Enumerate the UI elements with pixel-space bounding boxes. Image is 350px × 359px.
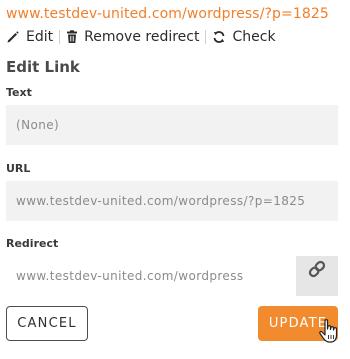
text-field-label: Text — [6, 86, 32, 99]
check-action[interactable]: Check — [212, 29, 276, 45]
edit-link-panel: www.testdev-united.com/wordpress/?p=1825… — [0, 0, 350, 359]
redirect-field-group: www.testdev-united.com/wordpress — [6, 256, 338, 296]
remove-redirect-action[interactable]: Remove redirect — [66, 29, 199, 45]
hand-pointer-icon — [318, 318, 342, 344]
edit-action[interactable]: Edit — [6, 29, 53, 45]
cancel-button[interactable]: CANCEL — [6, 306, 88, 341]
redirect-link-button[interactable] — [296, 256, 338, 296]
pencil-icon — [6, 30, 20, 44]
url-field-label: URL — [6, 162, 31, 175]
trash-icon — [66, 30, 78, 44]
remove-redirect-label: Remove redirect — [84, 29, 200, 45]
redirect-input[interactable]: www.testdev-united.com/wordpress — [6, 256, 296, 296]
link-actions-bar: Edit Remove redirect Check — [6, 28, 276, 46]
redirect-field-label: Redirect — [6, 237, 59, 250]
refresh-icon — [212, 30, 226, 44]
link-icon — [306, 258, 328, 284]
url-input[interactable]: www.testdev-united.com/wordpress/?p=1825 — [6, 181, 338, 221]
current-link-url[interactable]: www.testdev-united.com/wordpress/?p=1825 — [6, 6, 329, 22]
edit-action-label: Edit — [26, 29, 54, 45]
action-divider — [59, 30, 61, 44]
text-input[interactable]: (None) — [6, 105, 338, 145]
action-divider — [205, 30, 207, 44]
check-action-label: Check — [232, 29, 276, 45]
form-title: Edit Link — [6, 58, 80, 76]
